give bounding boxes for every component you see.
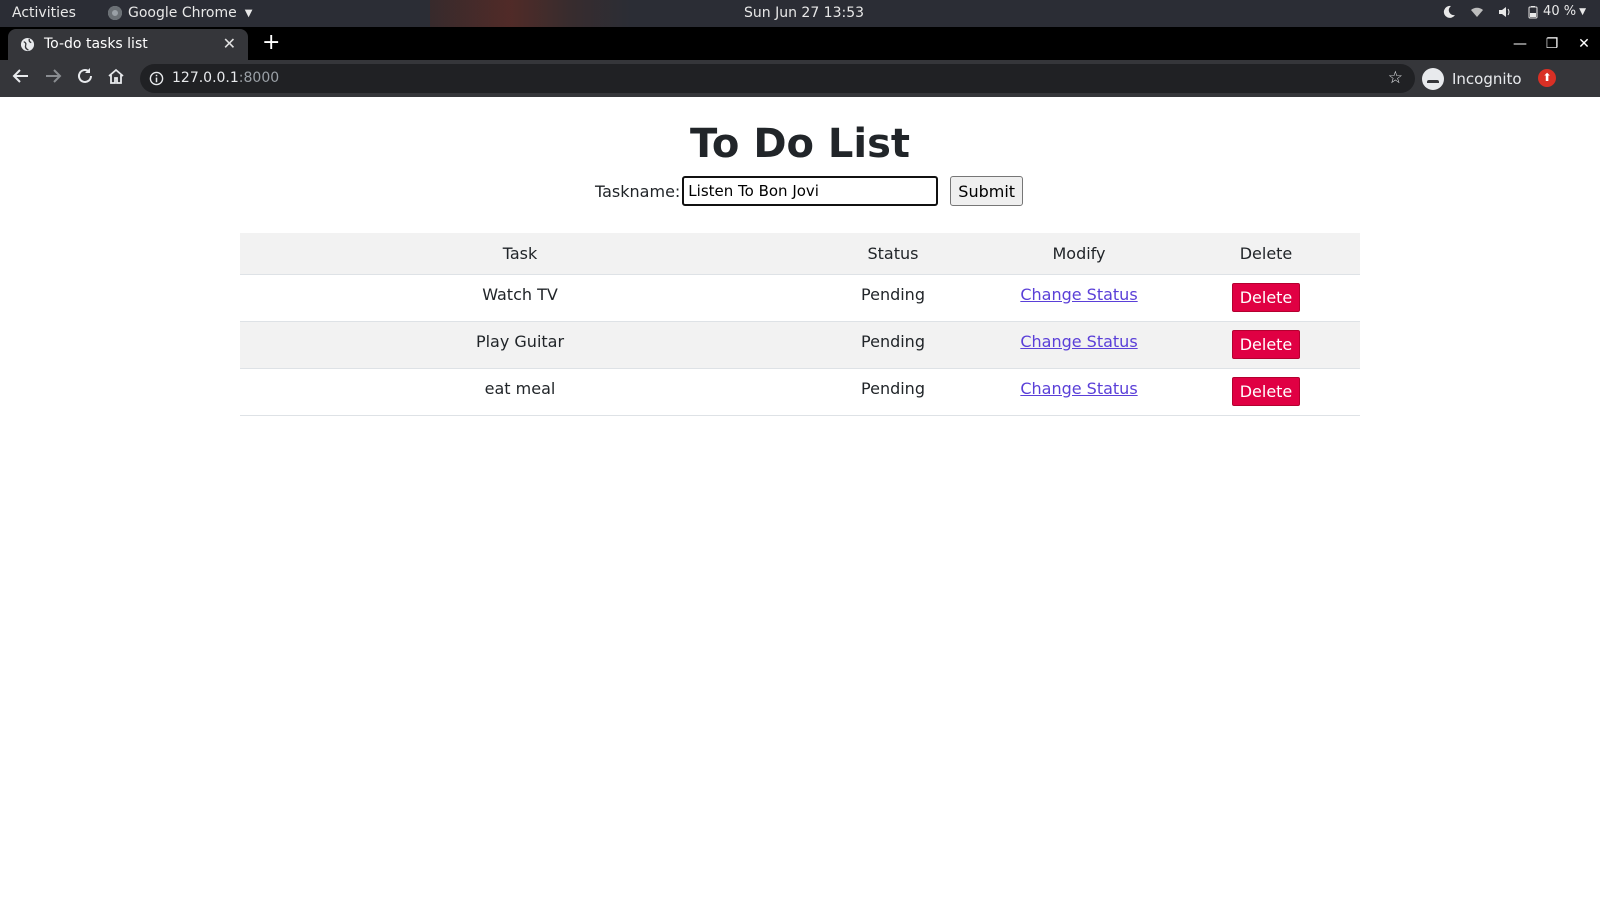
globe-icon (20, 37, 35, 52)
wallpaper-strip (430, 0, 630, 27)
task-name: eat meal (240, 368, 800, 416)
table-row: Watch TV Pending Change Status Delete (240, 274, 1360, 322)
address-bar[interactable]: 127.0.0.1:8000 ☆ (140, 64, 1415, 93)
home-icon (108, 68, 124, 84)
header-status: Status (800, 233, 986, 275)
chrome-icon (108, 6, 122, 20)
app-menu-label: Google Chrome (128, 5, 237, 21)
back-button[interactable] (10, 67, 32, 89)
submit-button[interactable]: Submit (950, 176, 1024, 206)
delete-button[interactable]: Delete (1231, 282, 1301, 312)
bookmark-star-icon[interactable]: ☆ (1388, 68, 1403, 88)
task-name: Play Guitar (240, 321, 800, 369)
delete-cell: Delete (1172, 274, 1360, 322)
incognito-label: Incognito (1452, 69, 1522, 88)
header-modify: Modify (986, 233, 1172, 275)
table-header-row: Task Status Modify Delete (240, 233, 1360, 275)
volume-icon (1499, 6, 1510, 17)
window-controls: — ❐ ✕ (1504, 27, 1600, 60)
browser-toolbar: 127.0.0.1:8000 ☆ Incognito ⬆ (0, 60, 1600, 97)
taskname-label: Taskname: (595, 181, 681, 201)
incognito-indicator[interactable]: Incognito (1422, 64, 1527, 93)
app-menu[interactable]: Google Chrome ▼ (108, 5, 252, 21)
change-status-link[interactable]: Change Status (1020, 285, 1137, 304)
wifi-icon (1471, 7, 1484, 17)
tab-title: To-do tasks list (44, 36, 148, 52)
delete-cell: Delete (1172, 368, 1360, 416)
change-status-link[interactable]: Change Status (1020, 332, 1137, 351)
close-window-icon[interactable]: ✕ (1568, 36, 1600, 52)
minimize-icon[interactable]: — (1504, 36, 1536, 52)
add-task-form: Taskname: Submit (595, 176, 1024, 206)
chevron-down-icon: ▼ (1579, 6, 1586, 17)
delete-cell: Delete (1172, 321, 1360, 369)
header-delete: Delete (1172, 233, 1360, 275)
url-host: 127.0.0.1 (172, 70, 239, 86)
reload-icon (78, 68, 92, 83)
taskname-input[interactable] (682, 176, 939, 206)
table-row: eat meal Pending Change Status Delete (240, 368, 1360, 416)
task-name: Watch TV (240, 274, 800, 322)
change-status-link[interactable]: Change Status (1020, 379, 1137, 398)
page-title: To Do List (689, 121, 911, 167)
activities-button[interactable]: Activities (12, 5, 76, 21)
forward-button[interactable] (42, 67, 64, 89)
tasks-table: Task Status Modify Delete Watch TV Pendi… (240, 233, 1360, 416)
modify-cell: Change Status (986, 368, 1172, 416)
task-status: Pending (800, 321, 986, 369)
home-button[interactable] (105, 67, 127, 89)
battery-percentage: 40 % (1543, 4, 1577, 19)
battery-icon (1528, 5, 1538, 18)
clock[interactable]: Sun Jun 27 13:53 (744, 5, 864, 21)
delete-button[interactable]: Delete (1231, 376, 1301, 406)
arrow-right-icon (46, 69, 62, 83)
modify-cell: Change Status (986, 321, 1172, 369)
new-tab-button[interactable]: + (262, 30, 280, 55)
battery-indicator: 40 % ▼ (1526, 4, 1586, 19)
system-top-bar: Activities Google Chrome ▼ Sun Jun 27 13… (0, 0, 1600, 27)
restore-icon[interactable]: ❐ (1536, 36, 1568, 52)
system-tray[interactable]: 40 % ▼ (1442, 4, 1586, 19)
arrow-left-icon (12, 69, 28, 83)
night-light-icon (1443, 5, 1456, 18)
reload-button[interactable] (74, 67, 96, 89)
task-status: Pending (800, 368, 986, 416)
task-status: Pending (800, 274, 986, 322)
incognito-icon (1422, 67, 1444, 90)
delete-button[interactable]: Delete (1231, 329, 1301, 359)
modify-cell: Change Status (986, 274, 1172, 322)
page-content: To Do List Taskname: Submit Task Status … (0, 97, 1600, 900)
info-icon (149, 71, 164, 86)
table-row: Play Guitar Pending Change Status Delete (240, 321, 1360, 369)
chevron-down-icon: ▼ (244, 7, 253, 19)
tab-strip: To-do tasks list ✕ + — ❐ ✕ (0, 27, 1600, 60)
browser-tab[interactable]: To-do tasks list ✕ (8, 29, 248, 60)
close-icon[interactable]: ✕ (223, 34, 236, 53)
header-task: Task (240, 233, 800, 275)
update-icon[interactable]: ⬆ (1538, 69, 1556, 87)
url-port: :8000 (238, 70, 280, 86)
url-text: 127.0.0.1:8000 (172, 70, 279, 86)
